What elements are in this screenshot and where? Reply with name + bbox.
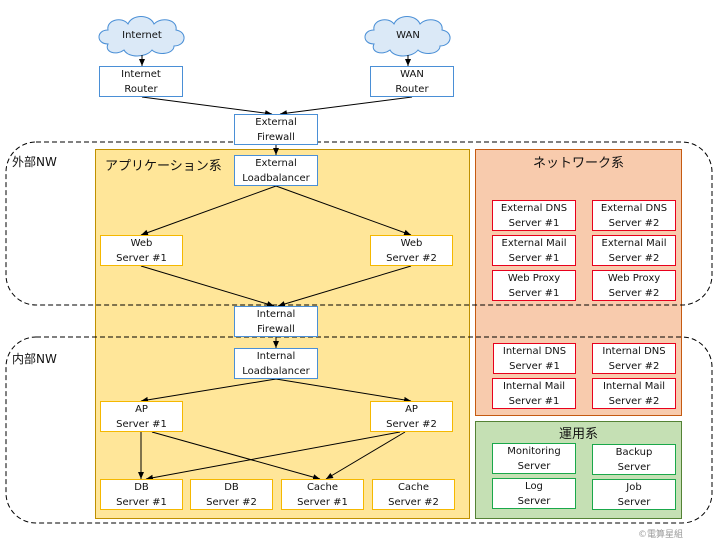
external-dns-server-1[interactable]: External DNS Server #1 — [492, 200, 576, 231]
operations-group-title: 運用系 — [558, 427, 598, 442]
ap-server-1[interactable]: AP Server #1 — [100, 401, 183, 432]
external-mail-server-2[interactable]: External Mail Server #2 — [592, 235, 676, 266]
internal-loadbalancer[interactable]: Internal Loadbalancer — [234, 348, 318, 379]
ap-server-2[interactable]: AP Server #2 — [370, 401, 453, 432]
job-server[interactable]: Job Server — [592, 479, 676, 510]
web-proxy-server-1[interactable]: Web Proxy Server #1 — [492, 270, 576, 301]
log-server[interactable]: Log Server — [492, 478, 576, 509]
connector — [279, 96, 413, 117]
web-server-2[interactable]: Web Server #2 — [370, 235, 453, 266]
internal-zone-label: 内部NW — [12, 352, 57, 366]
external-mail-server-1[interactable]: External Mail Server #1 — [492, 235, 576, 266]
copyright: ©電算星組 — [638, 530, 684, 540]
external-zone-label: 外部NW — [12, 155, 57, 169]
cache-server-2[interactable]: Cache Server #2 — [372, 479, 455, 510]
wan-cloud-label: WAN — [396, 30, 420, 41]
db-server-2[interactable]: DB Server #2 — [190, 479, 273, 510]
internal-dns-server-2[interactable]: Internal DNS Server #2 — [592, 343, 676, 374]
application-group-title: アプリケーション系 — [105, 159, 222, 174]
internet-router[interactable]: Internet Router — [99, 66, 183, 97]
connector — [141, 96, 273, 117]
internal-mail-server-2[interactable]: Internal Mail Server #2 — [592, 378, 676, 409]
internal-firewall[interactable]: Internal Firewall — [234, 306, 318, 337]
db-server-1[interactable]: DB Server #1 — [100, 479, 183, 510]
backup-server[interactable]: Backup Server — [592, 444, 676, 475]
web-server-1[interactable]: Web Server #1 — [100, 235, 183, 266]
internal-dns-server-1[interactable]: Internal DNS Server #1 — [493, 343, 576, 374]
external-firewall[interactable]: External Firewall — [234, 114, 318, 145]
monitoring-server[interactable]: Monitoring Server — [492, 443, 576, 474]
wan-router[interactable]: WAN Router — [370, 66, 454, 97]
network-group-title: ネットワーク系 — [532, 156, 624, 171]
external-dns-server-2[interactable]: External DNS Server #2 — [592, 200, 676, 231]
cache-server-1[interactable]: Cache Server #1 — [281, 479, 364, 510]
external-loadbalancer[interactable]: External Loadbalancer — [234, 155, 318, 186]
web-proxy-server-2[interactable]: Web Proxy Server #2 — [592, 270, 676, 301]
internet-cloud-label: Internet — [122, 30, 162, 41]
network-diagram: Internet WAN 外部NW 内部NW アプリケーション系 ネットワーク系… — [0, 0, 720, 540]
internal-mail-server-1[interactable]: Internal Mail Server #1 — [492, 378, 576, 409]
